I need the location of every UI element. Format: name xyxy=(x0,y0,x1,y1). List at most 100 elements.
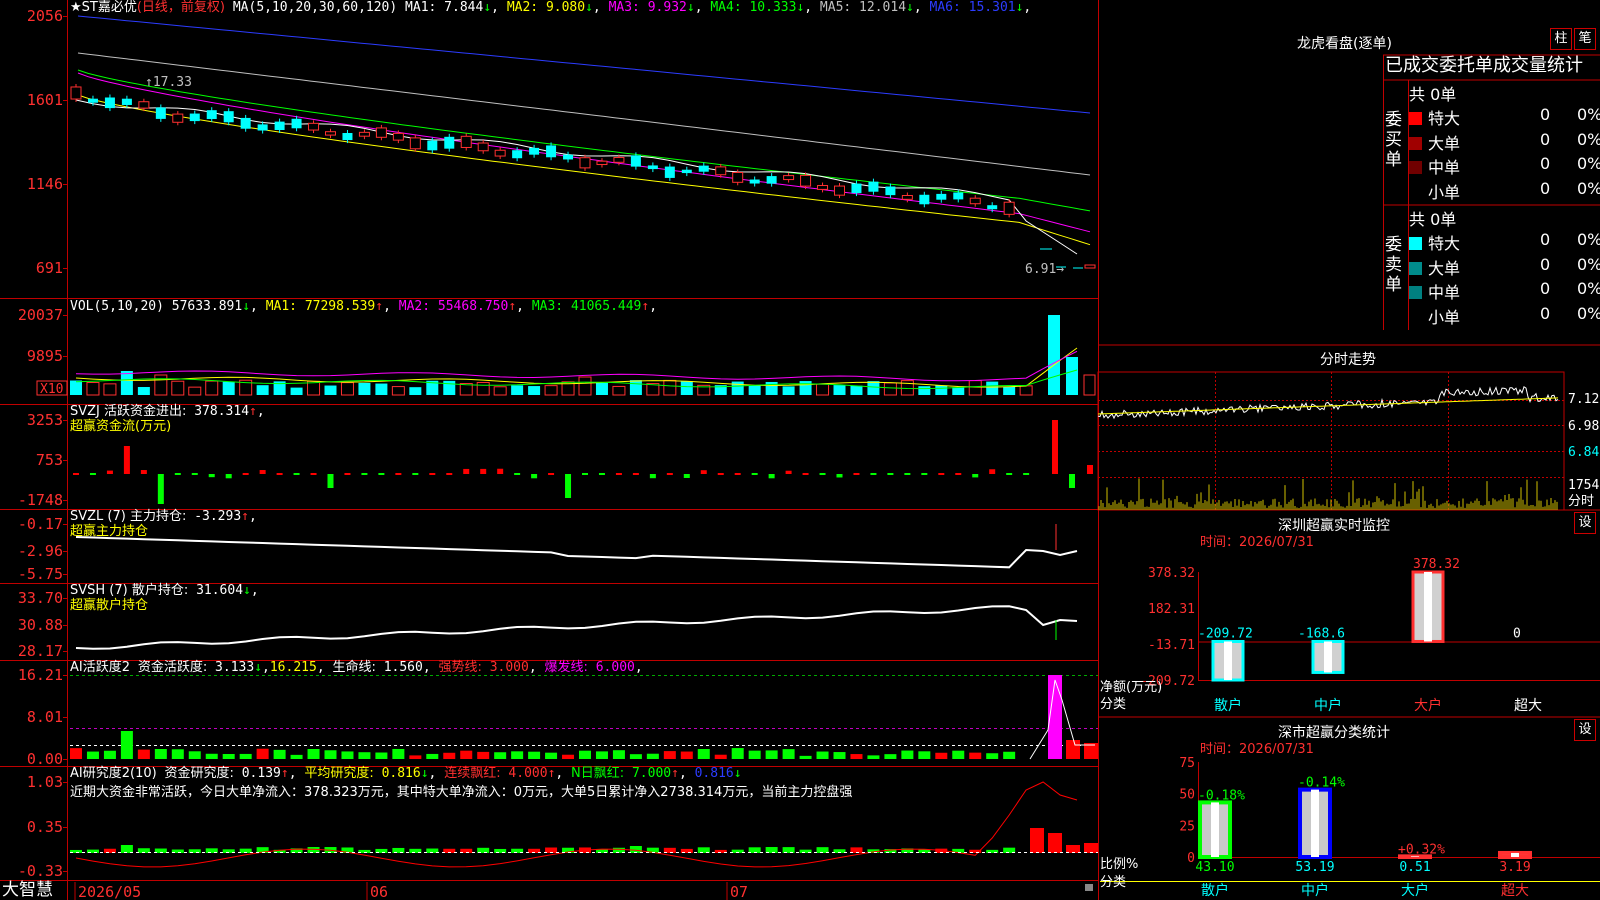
activity-bar xyxy=(358,752,371,759)
candle-up xyxy=(783,175,795,181)
flow-bar xyxy=(632,473,639,475)
flow-bar xyxy=(293,473,300,475)
volume-bar-down xyxy=(1066,357,1078,395)
volume-bar-up xyxy=(171,380,185,396)
volume-bar-up xyxy=(493,386,507,396)
sell-order-row-name: 特大 xyxy=(1428,234,1461,253)
sell-order-row-pct: 0% xyxy=(1577,279,1600,298)
sz-class-bar-highlight xyxy=(1511,852,1519,857)
flow-bar xyxy=(106,470,113,474)
candle-down xyxy=(868,181,879,192)
flow-bar xyxy=(208,474,215,478)
sz-class-y-tick: 50 xyxy=(1179,788,1195,803)
intraday-volume-unit: 分时 xyxy=(1568,494,1594,509)
y-tick-label: -1748 xyxy=(18,491,63,509)
ai-research-arrow5: ↓ xyxy=(733,766,742,781)
sell-order-row-count: 0 xyxy=(1540,279,1551,298)
activity-bar xyxy=(188,751,201,759)
volume-bar-down xyxy=(680,381,693,395)
ai-research-title: AI研究度2(10) xyxy=(70,766,157,781)
sz-class-time: 时间：2026/07/31 xyxy=(1200,742,1314,757)
buy-order-row-count: 0 xyxy=(1540,154,1551,173)
y-tick-label: 33.70 xyxy=(18,589,63,607)
ai-active-value2: 16.215 xyxy=(269,660,317,675)
candle-down xyxy=(546,145,557,158)
research-bar xyxy=(1066,845,1080,853)
sz-class-title: 深市超赢分类统计 xyxy=(1278,725,1390,741)
flow-bar xyxy=(480,468,487,474)
intraday-volume-tick: 1754 xyxy=(1568,478,1599,493)
flow-bar xyxy=(327,474,334,488)
volume-bar-down xyxy=(409,387,422,395)
activity-bar xyxy=(511,751,524,759)
buy-order-row-pct: 0% xyxy=(1577,105,1600,124)
sz-monitor-value-label: 0 xyxy=(1513,626,1521,641)
svzj-header: SVZJ 活跃资金进出: 378.314↑, xyxy=(70,404,265,419)
volume-bar-up xyxy=(307,380,321,396)
activity-bar xyxy=(629,754,642,759)
activity-bar xyxy=(595,751,608,759)
activity-bar xyxy=(154,749,167,759)
volume-bar-up xyxy=(476,381,490,396)
tick-mode-button[interactable]: 笔 xyxy=(1574,28,1596,50)
sz-class-settings-button[interactable]: 设 xyxy=(1574,719,1596,741)
activity-bar xyxy=(70,748,82,759)
candle-down xyxy=(919,194,930,205)
sz-class-value-label: 0.51 xyxy=(1399,860,1430,875)
buy-order-row-count: 0 xyxy=(1540,129,1551,149)
candle-up xyxy=(1003,201,1015,215)
candle-down xyxy=(104,97,115,109)
ai-research-value2: 0.816 xyxy=(381,766,421,781)
volume-bar-down xyxy=(867,381,880,395)
flow-bar xyxy=(1087,465,1093,474)
activity-bar xyxy=(697,749,710,759)
candle-up xyxy=(375,127,387,138)
sz-class-y-tick: 25 xyxy=(1179,819,1195,834)
candle-down xyxy=(936,193,947,200)
activity-bar xyxy=(307,749,320,759)
volume-bar-down xyxy=(324,385,337,395)
high-price-label: ↑17.33 xyxy=(145,75,192,90)
activity-bar xyxy=(222,753,235,759)
candle-down xyxy=(444,136,455,149)
ma-params: MA(5,10,20,30,60,120) xyxy=(232,0,398,15)
volume-bar-down xyxy=(70,380,82,395)
activity-bar xyxy=(239,753,252,759)
main-position-line xyxy=(75,536,1078,569)
svzl-value: -3.293 xyxy=(194,509,242,524)
flow-bar xyxy=(310,473,317,475)
candle-down xyxy=(885,186,896,196)
svsh-header: SVSH (7) 散户持仓: 31.604↓, xyxy=(70,583,259,598)
sell-order-row: 小单 xyxy=(1409,304,1460,328)
flow-bar xyxy=(89,473,96,475)
y-tick-label: 16.21 xyxy=(18,666,63,684)
activity-bar xyxy=(935,752,948,759)
buy-order-row-name: 大单 xyxy=(1428,133,1461,153)
flow-bar xyxy=(785,470,792,474)
candle-up xyxy=(460,135,472,148)
flow-bar xyxy=(1069,474,1075,488)
activity-bar xyxy=(816,751,829,759)
activity-bar xyxy=(375,752,388,759)
candle-down xyxy=(240,117,251,129)
flow-bar xyxy=(768,474,775,479)
volume-unit-label: X10 xyxy=(40,382,63,397)
time-axis-label: 06 xyxy=(370,883,388,900)
research-bar xyxy=(1030,828,1044,853)
chart-canvas[interactable]: 2056 1601 1146 691 20037 9895 3253 753 -1748 -0.1… xyxy=(0,0,1600,900)
sz-monitor-y-tick: -13.71 xyxy=(1148,638,1195,653)
volume-bar-up xyxy=(154,374,168,396)
ma1-arrow: ↓ xyxy=(483,0,492,15)
buy-order-row-pct: 0% xyxy=(1577,154,1600,173)
sell-order-row-pct: 0% xyxy=(1577,230,1600,249)
candle-down xyxy=(87,98,98,103)
sz-monitor-settings-button[interactable]: 设 xyxy=(1574,512,1596,534)
ma3-arrow: ↓ xyxy=(686,0,695,15)
ai-active-label5: 爆发线: xyxy=(544,660,588,675)
ai-research-arrow1: ↑ xyxy=(280,766,289,781)
ai-active-label4: 强势线: xyxy=(438,660,482,675)
volume-bar-down xyxy=(731,381,744,395)
sz-monitor-value-label: -209.72 xyxy=(1198,626,1253,641)
bar-mode-button[interactable]: 柱 xyxy=(1550,28,1572,50)
volume-bar-down xyxy=(222,381,235,395)
